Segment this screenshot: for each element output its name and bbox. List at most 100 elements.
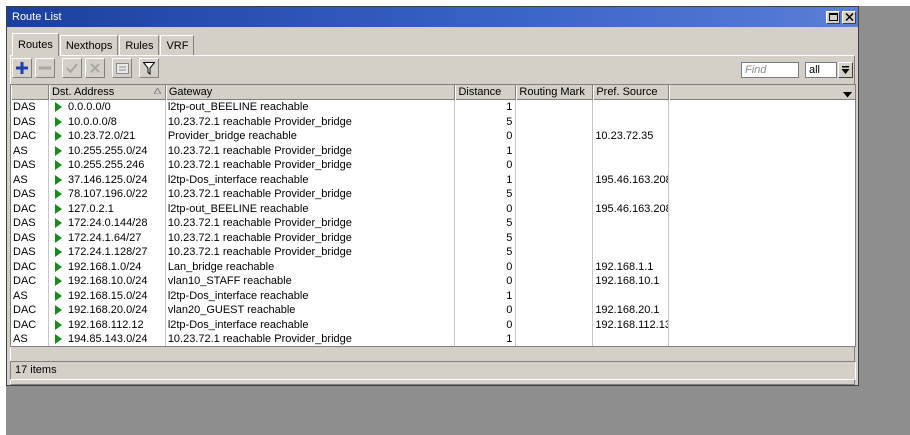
table-row[interactable]: DAC 192.168.10.0/24 vlan10_STAFF reachable… <box>11 274 855 289</box>
gateway: 10.23.72.1 reachable Provider_bridge <box>166 332 456 346</box>
route-active-arrow-icon <box>54 173 64 187</box>
filter-select[interactable]: all <box>805 62 837 78</box>
disable-icon[interactable] <box>85 58 105 78</box>
enable-icon[interactable] <box>62 58 82 78</box>
column-header-extra[interactable] <box>669 85 855 100</box>
route-active-arrow-icon <box>54 289 64 303</box>
add-icon[interactable] <box>12 58 32 78</box>
column-header-gateway[interactable]: Gateway <box>165 85 456 100</box>
route-flags: AS <box>11 332 49 346</box>
pref-source: 192.168.20.1 <box>593 303 670 318</box>
gateway: 10.23.72.1 reachable Provider_bridge <box>166 230 456 245</box>
extra-cell <box>669 245 855 260</box>
table-row[interactable]: AS 37.146.125.0/24 l2tp-Dos_interface reac… <box>11 172 855 188</box>
table-row[interactable]: AS 192.168.15.0/24 l2tp-Dos_interface reac… <box>11 288 855 303</box>
table-row[interactable]: DAC 10.23.72.0/21 Provider_bridge reachabl… <box>11 129 855 144</box>
table-row[interactable]: AS 194.85.143.0/24 10.23.72.1 reachable Pr… <box>11 332 855 346</box>
distance: 0 <box>455 201 517 216</box>
toolbar <box>12 58 159 80</box>
distance: 0 <box>455 158 517 173</box>
table-row[interactable]: DAC 127.0.2.1 l2tp-out_BEELINE reachable 0 1… <box>11 201 855 216</box>
close-icon[interactable] <box>842 10 856 24</box>
dst-address: 192.168.15.0/24 <box>67 289 148 302</box>
distance: 5 <box>455 114 517 129</box>
routing-mark <box>516 100 594 115</box>
table-row[interactable]: DAC 192.168.1.0/24 Lan_bridge reachable 0 19… <box>11 259 855 274</box>
tab-bar: Routes Nexthops Rules VRF <box>12 33 195 56</box>
dst-address-cell: 192.168.10.0/24 <box>49 274 166 289</box>
table-row[interactable]: DAS 10.255.255.246 10.23.72.1 reachable Pr… <box>11 158 855 173</box>
maximize-icon[interactable] <box>826 10 840 24</box>
tab-nexthops[interactable]: Nexthops <box>59 35 119 56</box>
dst-address-cell: 192.168.15.0/24 <box>49 288 166 303</box>
pref-source <box>593 245 670 260</box>
filter-dropdown-icon[interactable] <box>838 62 853 78</box>
route-active-arrow-icon <box>54 158 64 172</box>
dst-address-cell: 10.23.72.0/21 <box>49 129 166 144</box>
comment-icon[interactable] <box>112 58 132 78</box>
gateway: l2tp-out_BEELINE reachable <box>166 100 456 115</box>
route-flags: DAC <box>11 317 49 332</box>
extra-cell <box>669 274 855 289</box>
route-flags: DAS <box>11 100 49 115</box>
filter-icon[interactable] <box>139 58 159 78</box>
extra-cell <box>669 231 855 246</box>
distance: 1 <box>455 332 517 346</box>
pref-source <box>593 187 670 202</box>
distance: 5 <box>455 216 517 231</box>
pref-source <box>593 230 670 245</box>
routing-mark <box>516 114 594 129</box>
extra-cell <box>669 173 855 188</box>
table-row[interactable]: DAS 78.107.196.0/22 10.23.72.1 reachable P… <box>11 187 855 202</box>
find-input[interactable] <box>741 62 799 78</box>
dst-address: 192.168.20.0/24 <box>67 304 148 317</box>
column-header-dst-address[interactable]: Dst. Address <box>48 85 166 100</box>
table-row[interactable]: DAS 0.0.0.0/0 l2tp-out_BEELINE reachable 1 <box>11 100 855 115</box>
route-active-arrow-icon <box>54 231 64 245</box>
column-header-routing-mark[interactable]: Routing Mark <box>516 85 594 100</box>
table-row[interactable]: DAS 172.24.1.64/27 10.23.72.1 reachable Pr… <box>11 230 855 246</box>
pref-source <box>593 288 670 303</box>
dst-address: 37.146.125.0/24 <box>67 173 148 186</box>
table-row[interactable]: DAS 172.24.1.128/27 10.23.72.1 reachable P… <box>11 245 855 260</box>
routing-mark <box>516 259 594 274</box>
column-header-flags[interactable] <box>11 85 49 100</box>
dst-address-cell: 192.168.1.0/24 <box>49 259 166 274</box>
distance: 0 <box>455 303 517 318</box>
routing-mark <box>516 172 594 187</box>
distance: 1 <box>455 172 517 187</box>
dst-address: 10.0.0.0/8 <box>67 115 117 128</box>
tab-rules[interactable]: Rules <box>119 35 160 56</box>
route-flags: DAC <box>11 259 49 274</box>
tab-routes[interactable]: Routes <box>12 33 59 56</box>
column-header-distance[interactable]: Distance <box>455 85 517 100</box>
table-row[interactable]: DAS 172.24.0.144/28 10.23.72.1 reachable P… <box>11 216 855 231</box>
route-flags: DAS <box>11 216 49 231</box>
extra-cell <box>669 318 855 333</box>
table-row[interactable]: DAC 192.168.112.12 l2tp-Dos_interface reac… <box>11 317 855 333</box>
column-header-pref-source[interactable]: Pref. Source <box>593 85 670 100</box>
column-menu-icon[interactable] <box>843 88 852 100</box>
gateway: l2tp-Dos_interface reachable <box>166 317 456 332</box>
route-active-arrow-icon <box>54 202 64 216</box>
column-header-dst-address-label: Dst. Address <box>51 86 115 98</box>
distance: 1 <box>455 100 517 115</box>
dst-address-cell: 172.24.1.128/27 <box>49 245 166 260</box>
remove-icon[interactable] <box>35 58 55 78</box>
table-row[interactable]: AS 10.255.255.0/24 10.23.72.1 reachable Pr… <box>11 143 855 158</box>
routes-table: Dst. Address Gateway Distance Routing Ma… <box>10 84 856 347</box>
dst-address: 10.255.255.0/24 <box>67 144 148 157</box>
table-row[interactable]: DAS 10.0.0.0/8 10.23.72.1 reachable Provid… <box>11 114 855 129</box>
routing-mark <box>516 129 594 144</box>
route-flags: DAC <box>11 303 49 318</box>
gateway: 10.23.72.1 reachable Provider_bridge <box>166 158 456 173</box>
gateway: vlan20_GUEST reachable <box>166 303 456 318</box>
routing-mark <box>516 332 594 346</box>
route-active-arrow-icon <box>54 274 64 288</box>
route-flags: DAS <box>11 230 49 245</box>
sort-ascending-icon <box>152 85 162 99</box>
title-bar[interactable]: Route List <box>7 7 858 27</box>
extra-cell <box>669 216 855 231</box>
tab-vrf[interactable]: VRF <box>160 35 195 56</box>
table-row[interactable]: DAC 192.168.20.0/24 vlan20_GUEST reachable… <box>11 303 855 318</box>
